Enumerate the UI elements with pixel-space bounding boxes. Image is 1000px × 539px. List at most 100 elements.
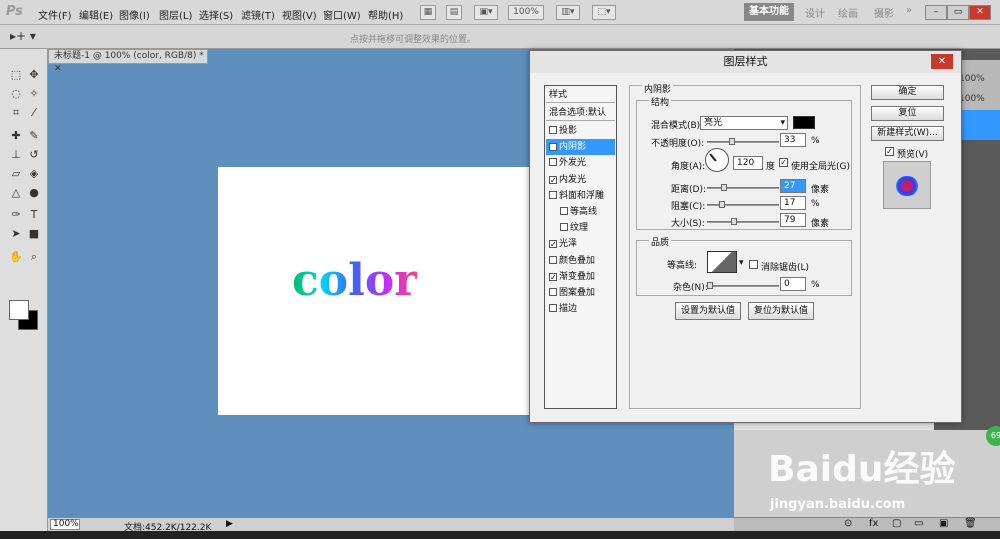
- zoom-tool-icon[interactable]: ⌕: [26, 249, 42, 265]
- bridge-icon[interactable]: ▦: [420, 5, 436, 20]
- style-item[interactable]: 投影: [546, 123, 615, 139]
- angle-input[interactable]: 120: [733, 156, 763, 170]
- workspace-photography[interactable]: 摄影: [874, 5, 894, 20]
- shape-tool-icon[interactable]: ■: [26, 226, 42, 242]
- hand-tool-icon[interactable]: ✋: [8, 249, 24, 265]
- style-checkbox[interactable]: [549, 126, 557, 134]
- style-item[interactable]: 描边: [546, 301, 615, 317]
- style-item[interactable]: ✓ 渐变叠加: [546, 269, 615, 285]
- size-slider[interactable]: [707, 218, 779, 225]
- preview-checkbox[interactable]: ✓: [885, 147, 894, 156]
- opacity-slider[interactable]: [707, 138, 779, 145]
- make-default-button[interactable]: 设置为默认值: [675, 302, 741, 320]
- style-item[interactable]: 等高线: [546, 204, 615, 220]
- workspace-more-icon[interactable]: »: [906, 5, 912, 16]
- style-checkbox[interactable]: ✓: [549, 240, 557, 249]
- type-tool-icon[interactable]: T: [26, 207, 42, 223]
- path-selection-tool-icon[interactable]: ➤: [8, 226, 24, 242]
- style-item[interactable]: 颜色叠加: [546, 253, 615, 269]
- style-checkbox[interactable]: [560, 223, 568, 232]
- dodge-tool-icon[interactable]: ●: [26, 185, 42, 201]
- opacity-readout[interactable]: 100%: [959, 74, 985, 84]
- style-checkbox[interactable]: [549, 304, 557, 313]
- style-item[interactable]: ✓ 光泽: [546, 236, 615, 252]
- paint-bucket-tool-icon[interactable]: ◈: [26, 166, 42, 182]
- choke-input[interactable]: 17: [780, 196, 806, 210]
- style-checkbox[interactable]: ✓: [549, 143, 557, 152]
- menu-help[interactable]: 帮助(H): [368, 7, 403, 22]
- global-light-checkbox[interactable]: ✓: [779, 158, 788, 167]
- arrange-documents-icon[interactable]: ▥▾: [556, 5, 580, 20]
- noise-slider[interactable]: [707, 282, 779, 289]
- menu-edit[interactable]: 编辑(E): [79, 7, 113, 22]
- stamp-tool-icon[interactable]: ⊥: [8, 147, 24, 163]
- zoom-select[interactable]: 100%: [508, 5, 544, 20]
- fill-readout[interactable]: 100%: [959, 94, 985, 104]
- eyedropper-tool-icon[interactable]: ⁄: [26, 105, 42, 121]
- style-checkbox[interactable]: [549, 255, 557, 264]
- move-tool-icon[interactable]: ✥: [26, 67, 42, 83]
- fx-icon[interactable]: fx: [869, 518, 878, 529]
- choke-slider[interactable]: [707, 201, 779, 208]
- menu-select[interactable]: 选择(S): [199, 7, 233, 22]
- distance-slider-handle[interactable]: [721, 184, 727, 191]
- style-item[interactable]: 纹理: [546, 220, 615, 236]
- add-mask-icon[interactable]: ▢: [892, 518, 901, 529]
- screen-mode-icon[interactable]: ⬚▾: [592, 5, 616, 20]
- link-layers-icon[interactable]: ⊙: [844, 518, 852, 529]
- chevron-down-icon[interactable]: ▾: [739, 258, 744, 268]
- shadow-color-swatch[interactable]: [793, 116, 815, 129]
- size-slider-handle[interactable]: [731, 218, 737, 225]
- reset-default-button[interactable]: 复位为默认值: [748, 302, 814, 320]
- antialias-checkbox[interactable]: [749, 260, 758, 269]
- choke-slider-handle[interactable]: [719, 201, 725, 208]
- style-checkbox[interactable]: ✓: [549, 272, 557, 281]
- distance-slider[interactable]: [707, 184, 779, 191]
- ok-button[interactable]: 确定: [871, 85, 944, 100]
- menu-view[interactable]: 视图(V): [282, 7, 317, 22]
- style-checkbox[interactable]: [549, 190, 557, 199]
- reset-button[interactable]: 复位: [871, 106, 944, 121]
- status-menu-arrow-icon[interactable]: ▶: [226, 519, 233, 529]
- style-checkbox[interactable]: [549, 158, 557, 167]
- new-style-button[interactable]: 新建样式(W)...: [871, 126, 944, 141]
- distance-input[interactable]: 27: [780, 179, 806, 193]
- workspace-painting[interactable]: 绘画: [838, 5, 858, 20]
- contour-picker[interactable]: [707, 251, 737, 273]
- crop-tool-icon[interactable]: ⌗: [8, 105, 24, 121]
- style-item[interactable]: 外发光: [546, 155, 615, 171]
- style-checkbox[interactable]: [549, 288, 557, 296]
- magic-wand-tool-icon[interactable]: ✧: [26, 86, 42, 102]
- foreground-color-swatch[interactable]: [9, 300, 29, 320]
- menu-filter[interactable]: 滤镜(T): [241, 7, 275, 22]
- move-tool-preset-icon[interactable]: ▸+ ▾: [10, 29, 36, 43]
- dialog-close-button[interactable]: ✕: [931, 54, 953, 69]
- style-item[interactable]: 图案叠加: [546, 285, 615, 301]
- menu-file[interactable]: 文件(F): [38, 7, 72, 22]
- blending-options[interactable]: 混合选项:默认: [546, 105, 615, 121]
- style-item[interactable]: ✓ 内阴影: [546, 139, 615, 156]
- zoom-level[interactable]: 100%: [50, 519, 80, 530]
- menu-window[interactable]: 窗口(W): [323, 7, 361, 22]
- minibridge-icon[interactable]: ▤: [446, 5, 462, 20]
- style-item[interactable]: ✓ 内发光: [546, 172, 615, 188]
- document-tab[interactable]: 未标题-1 @ 100% (color, RGB/8) * ✕: [48, 49, 208, 74]
- style-checkbox[interactable]: [560, 207, 568, 215]
- noise-slider-handle[interactable]: [707, 282, 713, 289]
- delete-layer-icon[interactable]: 🗑: [964, 518, 977, 529]
- angle-dial[interactable]: [705, 148, 729, 172]
- blur-tool-icon[interactable]: △: [8, 185, 24, 201]
- style-checkbox[interactable]: ✓: [549, 175, 557, 184]
- history-brush-tool-icon[interactable]: ↺: [26, 147, 42, 163]
- menu-layer[interactable]: 图层(L): [159, 7, 192, 22]
- opacity-slider-handle[interactable]: [729, 138, 735, 145]
- styles-header[interactable]: 样式: [546, 87, 615, 103]
- restore-button[interactable]: ▭: [947, 5, 969, 20]
- brush-tool-icon[interactable]: ✎: [26, 128, 42, 144]
- new-group-icon[interactable]: ▭: [914, 518, 923, 529]
- lasso-tool-icon[interactable]: ◌: [8, 86, 24, 102]
- style-item[interactable]: 斜面和浮雕: [546, 188, 615, 204]
- minimize-button[interactable]: –: [925, 5, 947, 20]
- workspace-essentials[interactable]: 基本功能: [744, 3, 794, 21]
- size-input[interactable]: 79: [780, 213, 806, 227]
